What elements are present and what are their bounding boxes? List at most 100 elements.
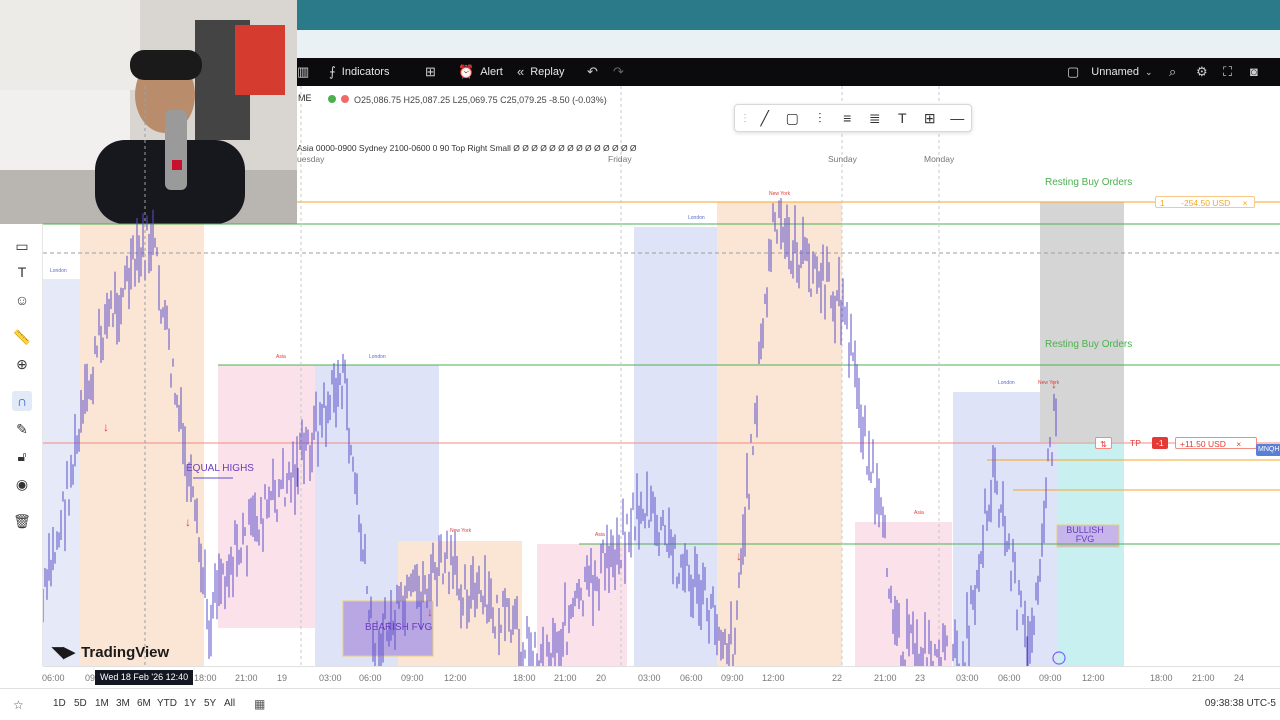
time-tick-label: 21:00 xyxy=(554,673,577,683)
session-tag-london: London xyxy=(998,380,1015,386)
lock-icon[interactable]: 🔓︎ xyxy=(12,446,32,466)
trendline-icon[interactable]: ╱ xyxy=(751,110,779,127)
tp-pnl: +11.50 USD xyxy=(1180,439,1226,449)
candles-icon[interactable]: ⫶ xyxy=(806,110,834,127)
range-1m[interactable]: 1M xyxy=(95,698,109,709)
undo-button[interactable]: ↶ xyxy=(587,58,598,86)
price-scale-tag: MNQH xyxy=(1256,444,1280,456)
range-1d[interactable]: 1D xyxy=(53,698,66,709)
rectangle-tool-icon[interactable]: ▭ xyxy=(12,236,32,256)
equal-highs-label[interactable]: EQUAL HIGHS xyxy=(186,463,254,474)
tp-order-tag[interactable]: +11.50 USD × xyxy=(1175,437,1257,449)
fullscreen-button[interactable]: ⛶ xyxy=(1223,58,1232,86)
text-icon[interactable]: T xyxy=(889,110,917,126)
magnet-icon[interactable]: ∩ xyxy=(12,391,32,411)
screen: ★ ⟳ ⚙ ⋮ ▥ ⨍ Indicators ⊞ ⏰ Alert « Repla… xyxy=(0,0,1280,720)
time-tick-label: 12:00 xyxy=(444,673,467,683)
settings-lines-icon[interactable]: ≣ xyxy=(861,110,889,127)
bottom-toolbar: ☆ 1D 5D 1M 3M 6M YTD 1Y 5Y All ▦ 09:38:3… xyxy=(0,688,1280,720)
day-label-friday: Friday xyxy=(608,154,632,164)
replay-button[interactable]: « Replay xyxy=(517,58,564,86)
resting-buy-orders-label[interactable]: Resting Buy Orders xyxy=(1045,177,1132,188)
table-icon[interactable]: ⊞ xyxy=(916,110,944,127)
crosshair-time-label: Wed 18 Feb '26 12:40 xyxy=(95,670,194,685)
trash-icon[interactable]: 🗑︎ xyxy=(12,511,32,531)
pencil-lock-icon[interactable]: ✎ xyxy=(12,419,32,439)
browser-address-bar: ★ ⟳ ⚙ ⋮ xyxy=(297,30,1280,80)
down-arrow-marker: ↓ xyxy=(736,549,742,563)
fullscreen-icon: ⛶ xyxy=(1223,64,1233,79)
bearish-fvg-label[interactable]: BEARISH FVG xyxy=(365,622,432,633)
range-1y[interactable]: 1Y xyxy=(184,698,196,709)
range-6m[interactable]: 6M xyxy=(137,698,151,709)
resting-buy-orders-label[interactable]: Resting Buy Orders xyxy=(1045,339,1132,350)
time-tick-label: 18:00 xyxy=(1150,673,1173,683)
alarm-icon: ⏰ xyxy=(458,64,475,79)
close-icon[interactable]: × xyxy=(1236,439,1241,449)
star-icon[interactable]: ☆ xyxy=(13,698,24,712)
day-label-monday: Monday xyxy=(924,154,955,164)
templates-button[interactable]: ⊞ xyxy=(425,58,436,86)
camera-icon: ◙ xyxy=(1250,64,1258,79)
ruler-icon[interactable]: 📏 xyxy=(12,327,32,347)
eye-icon[interactable]: ◉ xyxy=(12,474,32,494)
close-icon[interactable]: × xyxy=(1243,198,1248,208)
drawing-floating-toolbar: ⋮ ╱ ▢ ⫶ ≡ ≣ T ⊞ — xyxy=(734,104,972,132)
range-5d[interactable]: 5D xyxy=(74,698,87,709)
session-tag-new-york: New York xyxy=(769,191,791,197)
range-5y[interactable]: 5Y xyxy=(204,698,216,709)
tp-qty[interactable]: -1 xyxy=(1152,437,1168,449)
range-all[interactable]: All xyxy=(224,698,235,709)
price-chart[interactable]: ↓ ↓ ↓ ↓ ↓ xyxy=(43,86,1280,666)
zoom-in-icon[interactable]: ⊕ xyxy=(12,354,32,374)
emoji-tool-icon[interactable]: ☺ xyxy=(12,290,32,310)
sl-order-tag[interactable]: 1 -254.50 USD × xyxy=(1155,196,1255,208)
indicators-icon: ⨍ xyxy=(329,64,336,79)
session-tag-new-york: New York xyxy=(450,528,472,534)
indicators-button[interactable]: ⨍ Indicators xyxy=(329,58,389,86)
down-arrow-marker: ↓ xyxy=(103,420,109,434)
settings-button[interactable]: ⚙ xyxy=(1196,58,1208,86)
alert-button[interactable]: ⏰ Alert xyxy=(458,58,503,86)
rectangle-icon[interactable]: ▢ xyxy=(779,110,807,127)
time-tick-label: 06:00 xyxy=(680,673,703,683)
calendar-icon[interactable]: ▦ xyxy=(254,697,265,711)
session-tag-new-york: New York xyxy=(1038,380,1060,386)
line-width-icon[interactable]: — xyxy=(944,110,972,126)
interval-selector[interactable]: ▥ xyxy=(297,58,309,86)
time-tick-label: 03:00 xyxy=(956,673,979,683)
time-tick-label: 09:00 xyxy=(1039,673,1062,683)
time-tick-label: 09:00 xyxy=(401,673,424,683)
time-axis[interactable]: 06:00 09:00 18:00 21:00 19 03:00 06:00 09:00 12:… xyxy=(42,666,1280,688)
time-tick-label: 21:00 xyxy=(1192,673,1215,683)
tp-reverse-button[interactable]: ⇅ xyxy=(1095,437,1113,449)
brand-name: TradingView xyxy=(81,643,170,661)
drag-handle-icon[interactable]: ⋮ xyxy=(739,113,751,124)
indicators-label: Indicators xyxy=(341,66,390,78)
tp-label: TP xyxy=(1130,438,1141,448)
replay-label: Replay xyxy=(530,66,565,78)
chart-top-toolbar: ▥ ⨍ Indicators ⊞ ⏰ Alert « Replay ↶ ↷ ▢ … xyxy=(297,58,1280,86)
time-tick-label: 06:00 xyxy=(42,673,65,683)
range-3m[interactable]: 3M xyxy=(116,698,130,709)
clock[interactable]: 09:38:38 UTC-5 xyxy=(1205,698,1276,709)
layout-name-button[interactable]: ▢ Unnamed ⌄ xyxy=(1067,58,1153,86)
time-tick-label: 09:00 xyxy=(721,673,744,683)
snapshot-button[interactable]: ◙ xyxy=(1250,58,1258,86)
bullish-fvg-label[interactable]: BULLISH FVG xyxy=(1060,526,1110,544)
down-arrow-marker: ↓ xyxy=(427,605,433,619)
session-tag-london: London xyxy=(369,354,386,360)
redo-button[interactable]: ↷ xyxy=(613,58,624,86)
lines-icon[interactable]: ≡ xyxy=(834,110,862,126)
time-tick-label: 12:00 xyxy=(1082,673,1105,683)
layout-name: Unnamed xyxy=(1091,66,1139,78)
time-tick-label: 21:00 xyxy=(874,673,897,683)
chevron-down-icon: ⌄ xyxy=(1145,67,1153,77)
search-button[interactable]: ⌕ xyxy=(1169,58,1176,86)
range-ytd[interactable]: YTD xyxy=(157,698,177,709)
text-tool-icon[interactable]: T xyxy=(12,262,32,282)
grid-icon: ⊞ xyxy=(425,64,436,79)
undo-icon: ↶ xyxy=(587,64,598,79)
time-tick-label: 06:00 xyxy=(998,673,1021,683)
day-label-sunday: Sunday xyxy=(828,154,857,164)
